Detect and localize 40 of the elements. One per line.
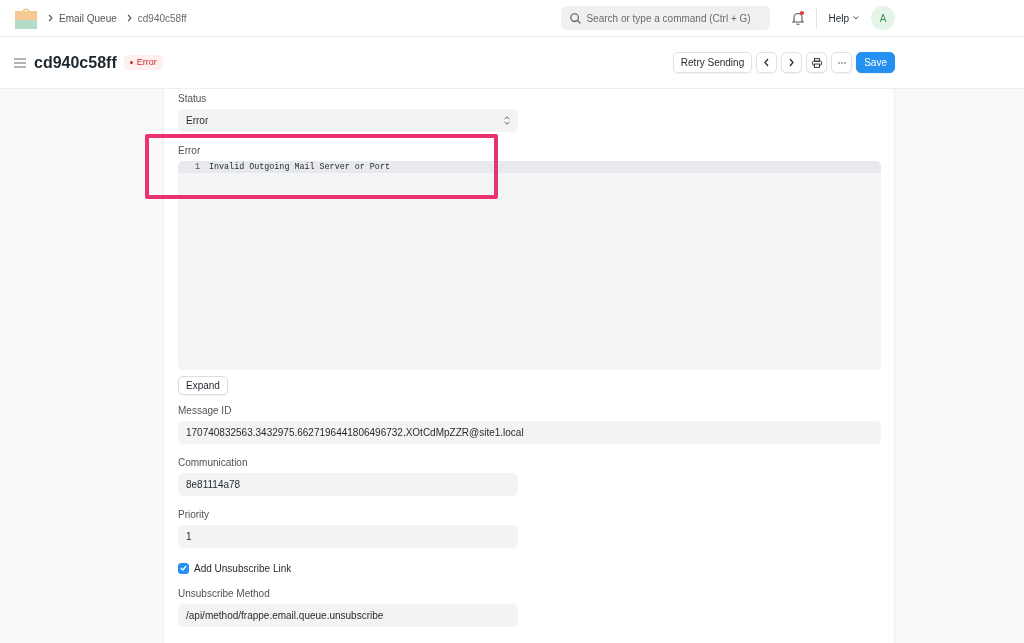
print-button[interactable] [806,52,828,73]
code-editor[interactable]: 1 Invalid Outgoing Mail Server or Port [178,161,881,370]
field-label: Message ID [178,405,233,417]
text-field[interactable]: 1 [178,525,518,548]
expand-button[interactable]: Expand [178,376,228,395]
field-label: Communication [178,457,249,469]
checkbox[interactable] [178,562,189,574]
chevron-right-icon [48,14,53,22]
help-menu-button[interactable]: Help [828,10,859,26]
chevron-left-icon [763,58,771,67]
select-field[interactable]: Error [178,109,518,132]
chevron-right-icon [126,14,132,22]
field-label: Priority [178,509,211,521]
user-avatar[interactable]: A [871,6,895,30]
next-button[interactable] [781,52,803,73]
caret-icon [853,16,859,20]
status-label: Error [136,55,157,69]
retry-sending-button[interactable]: Retry Sending [672,52,753,73]
up-down-chevron-icon [504,116,510,125]
breadcrumb-link[interactable]: Email Queue [59,10,117,26]
previous-button[interactable] [756,52,778,73]
text-field[interactable]: /api/method/frappe.email.queue.unsubscribe [178,604,518,627]
field-label: Unsubscribe Method [178,588,271,600]
breadcrumb-link[interactable]: cd940c58ff [137,10,187,26]
field-label: Status [178,93,208,105]
search-icon [570,12,582,24]
chevron-right-icon [788,58,796,67]
line-number: 1 [193,161,200,173]
more-icon [837,61,846,64]
menu-icon[interactable] [14,57,26,68]
printer-icon [811,57,822,68]
bell-icon [791,11,806,27]
search-field[interactable]: Search or type a command (Ctrl + G) [561,6,771,30]
field-label: Error [178,145,202,157]
code-text: Invalid Outgoing Mail Server or Port [209,161,390,173]
page-title: cd940c58ff [34,52,117,73]
text-field[interactable]: 8e81114a78 [178,473,518,496]
text-field[interactable]: 170740832563.3432975.6627196441806496732.XOtCdMpZZR@site1.local [178,421,881,444]
status-dot-icon [129,61,133,64]
checkbox-label: Add Unsubscribe Link [194,561,292,576]
